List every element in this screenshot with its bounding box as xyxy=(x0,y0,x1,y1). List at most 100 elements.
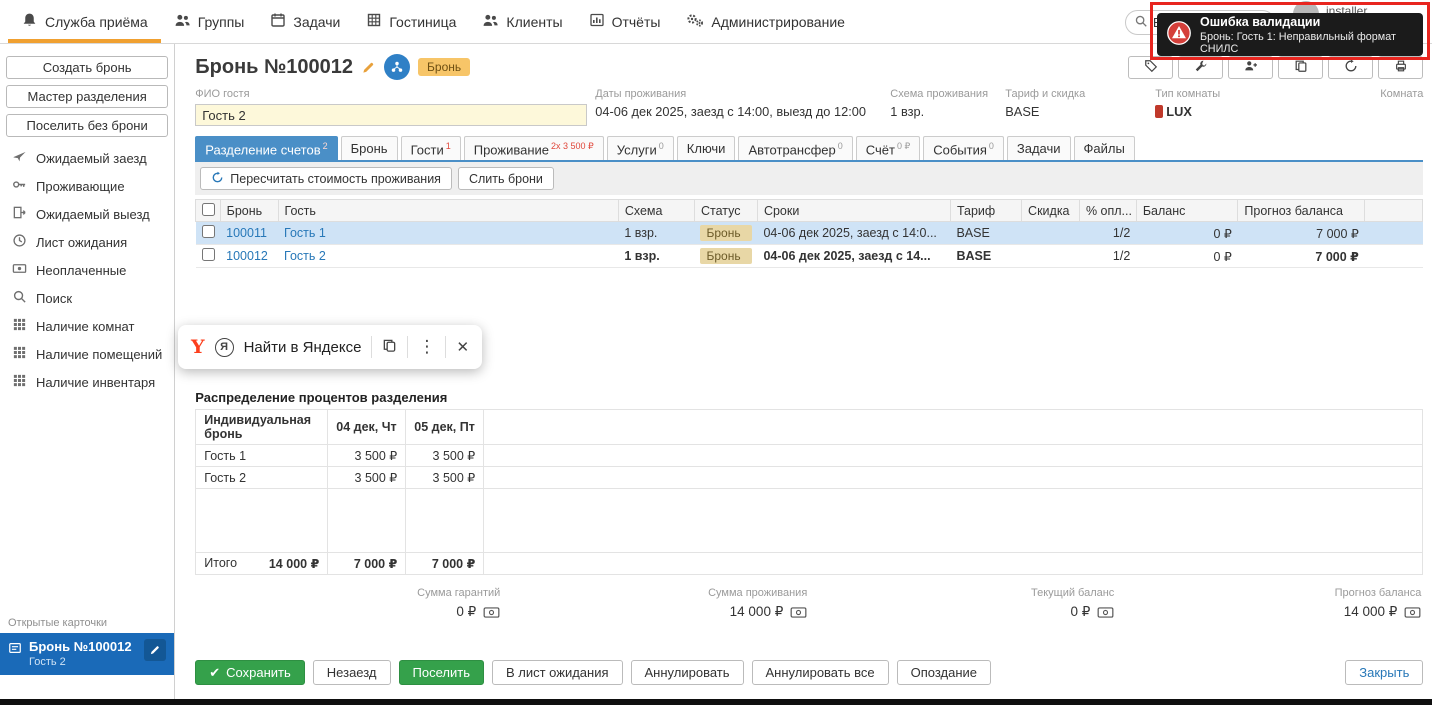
tab-keys[interactable]: Ключи xyxy=(676,136,736,161)
open-card-title: Бронь №100012 xyxy=(29,639,132,654)
guest-link[interactable]: Гость 2 xyxy=(284,249,326,263)
popup-close-button[interactable]: ✕ xyxy=(456,338,469,356)
edit-title-pencil-icon[interactable] xyxy=(361,60,376,75)
sidebar-item-label: Проживающие xyxy=(36,178,125,194)
scheme-value: 1 взр. xyxy=(890,104,925,119)
column-header: Прогноз баланса xyxy=(1237,199,1366,223)
check-icon: ✔ xyxy=(209,664,221,680)
tab-bill-split[interactable]: Разделение счетов 2 xyxy=(195,136,338,161)
late-button[interactable]: Опоздание xyxy=(896,660,991,686)
add-guest-button[interactable] xyxy=(1228,55,1274,79)
tab-transfer[interactable]: Автотрансфер 0 xyxy=(738,136,853,161)
close-button[interactable]: Закрыть xyxy=(1345,660,1424,686)
discount-cell xyxy=(1021,221,1080,246)
nav-label: Группы xyxy=(197,13,245,30)
copy-button[interactable] xyxy=(1278,55,1324,79)
open-cards-section: Открытые карточки Бронь №100012 Гость 2 xyxy=(0,613,175,705)
table-row[interactable]: 100011 Гость 1 1 взр. Бронь 04-06 дек 20… xyxy=(195,221,1423,246)
tab-tasks[interactable]: Задачи xyxy=(1006,136,1071,161)
booking-id-link[interactable]: 100012 xyxy=(226,249,268,263)
warning-icon xyxy=(1167,21,1191,48)
money-icon[interactable] xyxy=(790,607,807,618)
tab-invoice[interactable]: Счёт 0 ₽ xyxy=(855,136,921,161)
row-checkbox[interactable] xyxy=(201,248,215,262)
sidebar-item-room-availability[interactable]: Наличие комнат xyxy=(0,312,174,340)
sidebar-item-expected-arrival[interactable]: Ожидаемый заезд xyxy=(0,144,174,172)
save-button[interactable]: ✔ Сохранить xyxy=(195,660,305,686)
recalculate-cost-button[interactable]: Пересчитать стоимость проживания xyxy=(200,167,452,191)
waitlist-button[interactable]: В лист ожидания xyxy=(491,660,623,686)
booking-id-link[interactable]: 100011 xyxy=(226,226,267,240)
tab-events[interactable]: События 0 xyxy=(923,136,1004,161)
tariff-cell: BASE xyxy=(950,244,1022,269)
copy-selection-button[interactable] xyxy=(382,338,397,356)
select-all-checkbox[interactable] xyxy=(202,202,216,216)
annul-all-button[interactable]: Аннулировать все xyxy=(751,660,889,686)
money-icon[interactable] xyxy=(483,607,500,618)
nav-item-administration[interactable]: Администрирование xyxy=(673,0,858,43)
nav-item-front-desk[interactable]: Служба приёма xyxy=(8,0,161,43)
total-amount-cell: 7 000 ₽ xyxy=(327,552,407,576)
open-card-booking[interactable]: Бронь №100012 Гость 2 xyxy=(0,633,175,675)
nav-item-clients[interactable]: Клиенты xyxy=(469,0,575,43)
nav-item-groups[interactable]: Группы xyxy=(161,0,258,43)
column-header: Бронь xyxy=(219,199,279,223)
annul-button[interactable]: Аннулировать xyxy=(630,660,744,686)
tags-button[interactable] xyxy=(1128,55,1174,79)
history-button[interactable] xyxy=(1328,55,1374,79)
sidebar-item-label: Ожидаемый выезд xyxy=(36,206,150,222)
guarantee-sum-value: 0 ₽ xyxy=(456,604,477,620)
nav-item-tasks[interactable]: Задачи xyxy=(257,0,353,43)
guest-link[interactable]: Гость 1 xyxy=(284,226,326,240)
sidebar-item-label: Неоплаченные xyxy=(36,262,127,278)
money-icon[interactable] xyxy=(1097,607,1114,618)
tab-accommodation[interactable]: Проживание 2х 3 500 ₽ xyxy=(463,136,604,161)
open-cards-label: Открытые карточки xyxy=(8,617,108,629)
table-row[interactable]: 100012 Гость 2 1 взр. Бронь 04-06 дек 20… xyxy=(195,244,1423,269)
bookings-table: Бронь Гость Схема Статус Сроки Тариф Ски… xyxy=(195,199,1424,269)
nav-label: Задачи xyxy=(293,13,341,30)
row-checkbox[interactable] xyxy=(201,225,215,239)
dates-cell: 04-06 дек 2025, заезд с 14:0... xyxy=(757,221,951,246)
sidebar-item-expected-departure[interactable]: Ожидаемый выезд xyxy=(0,200,174,228)
tab-services[interactable]: Услуги 0 xyxy=(606,136,674,161)
amount-cell: 3 500 ₽ xyxy=(405,466,485,490)
nav-item-hotel[interactable]: Гостиница xyxy=(353,0,469,43)
sidebar-item-unpaid[interactable]: Неоплаченные xyxy=(0,256,174,284)
sidebar-item-waitlist[interactable]: Лист ожидания xyxy=(0,228,174,256)
split-booking-icon[interactable] xyxy=(384,54,411,80)
no-show-button[interactable]: Незаезд xyxy=(312,660,391,686)
column-header: Гость xyxy=(277,199,619,223)
sidebar-item-label: Наличие комнат xyxy=(36,318,135,334)
sidebar-item-residents[interactable]: Проживающие xyxy=(0,172,174,200)
tab-files[interactable]: Файлы xyxy=(1073,136,1135,161)
nav-item-reports[interactable]: Отчёты xyxy=(576,0,674,43)
keys-button[interactable] xyxy=(1178,55,1224,79)
sidebar-item-premises-availability[interactable]: Наличие помещений xyxy=(0,340,174,368)
paid-cell: 1/2 xyxy=(1079,221,1137,246)
edit-pencil-icon[interactable] xyxy=(144,639,167,661)
split-row: Гость 2 3 500 ₽ 3 500 ₽ xyxy=(195,466,1424,490)
ellipsis-icon: ⋮ xyxy=(418,337,436,356)
yandex-logo-icon[interactable]: Y xyxy=(191,336,205,358)
tab-guests[interactable]: Гости 1 xyxy=(400,136,461,161)
money-icon[interactable] xyxy=(1404,607,1421,618)
tab-booking[interactable]: Бронь xyxy=(340,136,398,161)
chart-icon xyxy=(589,12,605,31)
check-in-button[interactable]: Поселить xyxy=(398,660,484,686)
print-button[interactable] xyxy=(1378,55,1424,79)
column-header: Скидка xyxy=(1021,199,1080,223)
guest-name-input[interactable] xyxy=(195,104,588,126)
scheme-label: Схема проживания xyxy=(890,88,989,100)
merge-bookings-button[interactable]: Слить брони xyxy=(457,167,554,191)
sidebar-item-inventory-availability[interactable]: Наличие инвентаря xyxy=(0,368,174,396)
sidebar-item-label: Поиск xyxy=(36,290,73,306)
split-wizard-button[interactable]: Мастер разделения xyxy=(6,85,169,108)
checkin-without-booking-button[interactable]: Поселить без брони xyxy=(6,114,169,137)
yandex-search-button[interactable]: Найти в Яндексе xyxy=(244,339,362,356)
tariff-cell: BASE xyxy=(950,221,1022,246)
toast-message: Бронь: Гость 1: Неправильный формат СНИЛ… xyxy=(1200,30,1396,55)
sidebar-item-search[interactable]: Поиск xyxy=(0,284,174,312)
create-booking-button[interactable]: Создать бронь xyxy=(6,56,169,79)
more-options-button[interactable]: ⋮ xyxy=(418,337,435,357)
